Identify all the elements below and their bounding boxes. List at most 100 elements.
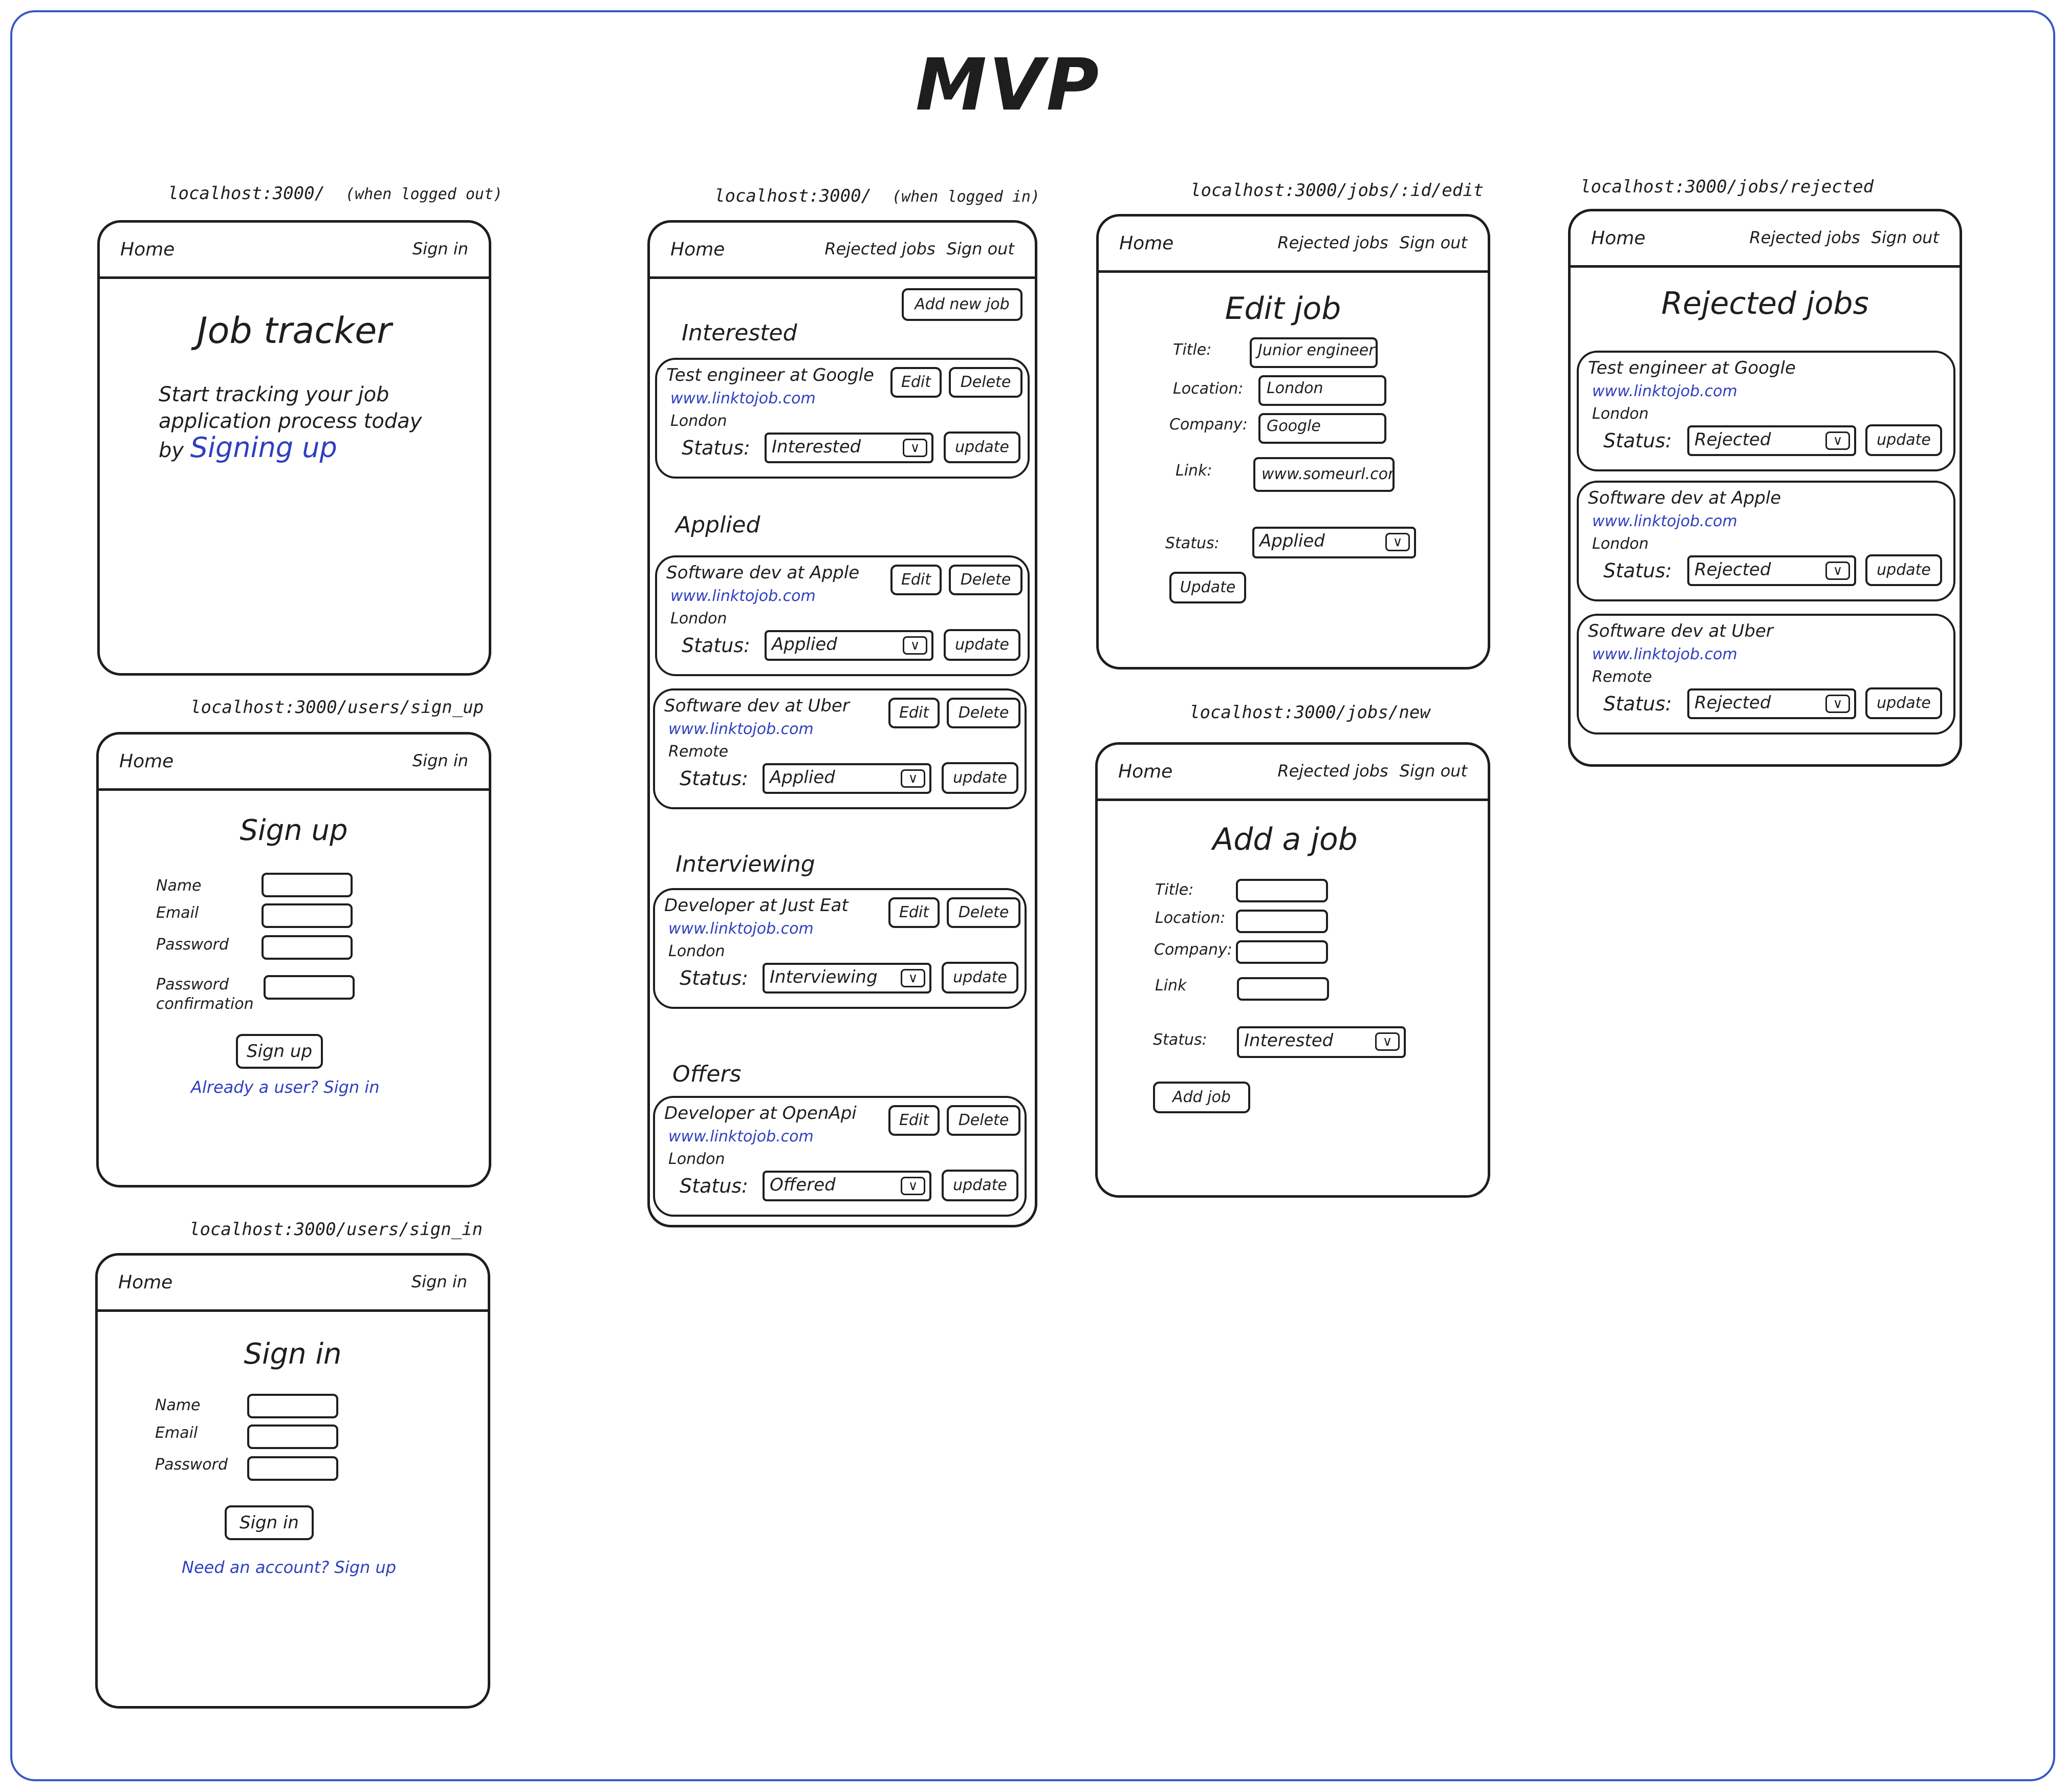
nav-home-link[interactable]: Home <box>1591 228 1645 249</box>
status-select[interactable]: Offered ∨ <box>763 1171 931 1201</box>
title-label: Title: <box>1155 881 1194 899</box>
status-select[interactable]: Rejected ∨ <box>1687 688 1856 719</box>
nav-sign-out-link[interactable]: Sign out <box>1400 761 1467 781</box>
name-field[interactable] <box>262 873 353 897</box>
status-select[interactable]: Interested ∨ <box>765 433 933 463</box>
job-link[interactable]: www.linktojob.com <box>1592 512 1737 530</box>
nav-home-link[interactable]: Home <box>1118 761 1172 782</box>
delete-button[interactable]: Delete <box>947 1105 1020 1136</box>
job-title: Software dev at Uber <box>1588 621 1773 641</box>
sign-in-button[interactable]: Sign in <box>225 1505 314 1540</box>
edit-button[interactable]: Edit <box>888 1105 940 1136</box>
nav-home-link[interactable]: Home <box>120 239 175 260</box>
add-new-job-button[interactable]: Add new job <box>902 288 1022 321</box>
job-link[interactable]: www.linktojob.com <box>668 920 814 938</box>
nav-rejected-jobs-link[interactable]: Rejected jobs <box>1277 233 1388 252</box>
link-field[interactable] <box>1237 977 1329 1001</box>
nav-sign-in-link[interactable]: Sign in <box>412 239 468 258</box>
status-select[interactable]: Applied ∨ <box>763 763 931 794</box>
title-field[interactable] <box>1236 879 1328 902</box>
sign-up-button[interactable]: Sign up <box>236 1034 323 1069</box>
name-field[interactable] <box>247 1394 338 1418</box>
email-field[interactable] <box>262 903 353 928</box>
job-title: Software dev at Uber <box>664 696 850 716</box>
nav-home-link[interactable]: Home <box>118 1272 172 1293</box>
status-value: Offered <box>770 1175 836 1195</box>
nav-sign-in-link[interactable]: Sign in <box>411 1272 467 1291</box>
status-select[interactable]: Rejected ∨ <box>1687 425 1856 456</box>
nav-rejected-jobs-link[interactable]: Rejected jobs <box>1749 228 1860 247</box>
intro-by: by <box>159 439 184 462</box>
status-select[interactable]: Interviewing ∨ <box>763 963 931 994</box>
section-interviewing-label: Interviewing <box>676 851 815 877</box>
update-button[interactable]: update <box>944 431 1020 463</box>
location-field[interactable] <box>1236 910 1328 933</box>
url-text: localhost:3000/jobs/rejected <box>1580 177 1874 197</box>
url-text: localhost:3000/users/sign_in <box>189 1219 483 1240</box>
update-button[interactable]: update <box>942 762 1018 794</box>
company-field[interactable]: Google <box>1258 413 1386 444</box>
password-confirmation-field[interactable] <box>264 975 355 1000</box>
link-field[interactable]: www.someurl.com <box>1253 457 1395 492</box>
nav-rejected-jobs-link[interactable]: Rejected jobs <box>824 239 935 258</box>
nav-sign-out-link[interactable]: Sign out <box>1872 228 1939 247</box>
update-button[interactable]: Update <box>1169 572 1246 603</box>
job-link[interactable]: www.linktojob.com <box>670 587 816 605</box>
edit-button[interactable]: Edit <box>888 698 940 728</box>
update-button[interactable]: update <box>1865 687 1942 719</box>
nav-sign-out-link[interactable]: Sign out <box>947 239 1014 258</box>
status-select[interactable]: Applied ∨ <box>765 630 933 661</box>
title-field[interactable]: Junior engineer <box>1250 337 1378 368</box>
nav-sign-in-link[interactable]: Sign in <box>412 751 468 770</box>
delete-button[interactable]: Delete <box>947 897 1020 928</box>
navbar: Home Rejected jobs Sign out <box>1098 745 1488 801</box>
chevron-down-icon: ∨ <box>1825 695 1850 713</box>
company-field[interactable] <box>1236 940 1328 964</box>
edit-button[interactable]: Edit <box>890 367 942 398</box>
password-field[interactable] <box>247 1456 338 1481</box>
url-note: (when logged out) <box>345 185 503 203</box>
status-label: Status: <box>682 634 750 657</box>
edit-button[interactable]: Edit <box>890 565 942 595</box>
chevron-down-icon: ∨ <box>903 439 927 457</box>
add-job-button[interactable]: Add job <box>1153 1082 1250 1113</box>
screen-sign-up: Home Sign in Sign up Name Email Password… <box>96 732 491 1188</box>
update-button[interactable]: update <box>1865 424 1942 456</box>
nav-home-link[interactable]: Home <box>1119 233 1173 254</box>
sign-up-link[interactable]: Need an account? Sign up <box>182 1558 396 1577</box>
location-field[interactable]: London <box>1258 375 1386 406</box>
status-select[interactable]: Rejected ∨ <box>1687 555 1856 586</box>
url-sign-up: localhost:3000/users/sign_up <box>190 697 484 718</box>
delete-button[interactable]: Delete <box>947 698 1020 728</box>
name-label: Name <box>156 877 202 895</box>
url-text: localhost:3000/ <box>714 186 872 206</box>
job-link[interactable]: www.linktojob.com <box>1592 645 1737 663</box>
nav-rejected-jobs-link[interactable]: Rejected jobs <box>1277 761 1388 781</box>
job-card: Software dev at Apple www.linktojob.com Lo… <box>1577 481 1955 601</box>
email-field[interactable] <box>247 1424 338 1449</box>
update-button[interactable]: update <box>942 1170 1018 1201</box>
password-field[interactable] <box>262 935 353 960</box>
nav-home-link[interactable]: Home <box>670 239 725 260</box>
update-button[interactable]: update <box>942 962 1018 994</box>
job-link[interactable]: www.linktojob.com <box>670 390 816 407</box>
update-button[interactable]: update <box>1865 554 1942 586</box>
url-rejected-jobs: localhost:3000/jobs/rejected <box>1580 177 1874 197</box>
delete-button[interactable]: Delete <box>949 565 1022 595</box>
job-link[interactable]: www.linktojob.com <box>668 720 814 738</box>
nav-sign-out-link[interactable]: Sign out <box>1400 233 1467 252</box>
edit-button[interactable]: Edit <box>888 897 940 928</box>
status-select[interactable]: Interested ∨ <box>1237 1026 1406 1058</box>
status-label: Status: <box>680 1175 748 1197</box>
status-select[interactable]: Applied ∨ <box>1252 527 1416 558</box>
job-link[interactable]: www.linktojob.com <box>1592 382 1737 400</box>
job-link[interactable]: www.linktojob.com <box>668 1128 814 1146</box>
delete-button[interactable]: Delete <box>949 367 1022 398</box>
signing-up-link[interactable]: Signing up <box>190 431 337 464</box>
nav-home-link[interactable]: Home <box>119 751 173 772</box>
job-card: Software dev at Apple www.linktojob.com Lo… <box>655 555 1030 676</box>
update-button[interactable]: update <box>944 629 1020 661</box>
password-confirmation-label-line-2: confirmation <box>156 995 254 1013</box>
sign-in-link[interactable]: Already a user? Sign in <box>191 1077 380 1097</box>
job-card: Test engineer at Google www.linktojob.com… <box>1577 351 1955 471</box>
